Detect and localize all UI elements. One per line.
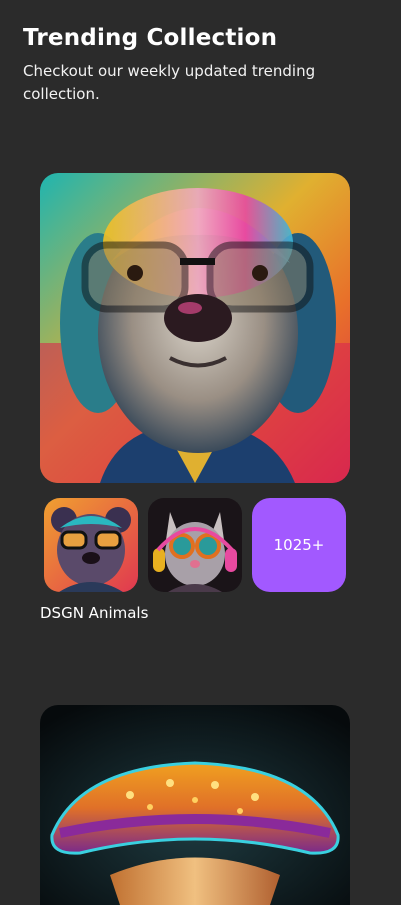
section-subtitle: Checkout our weekly updated trending col… [23, 62, 316, 103]
more-items-button[interactable]: 1025+ [252, 498, 346, 592]
mushroom-image [40, 705, 350, 905]
collection-main-image[interactable] [40, 173, 350, 483]
collection-thumbnails: 1025+ [40, 498, 350, 592]
section-header: Trending Collection Checkout our weekly … [23, 22, 343, 106]
collection-card[interactable]: 1025+ DSGN Animals [40, 173, 350, 622]
collection-thumbnail[interactable] [148, 498, 242, 592]
cat-with-goggles-image [148, 498, 242, 592]
collection-thumbnail[interactable] [44, 498, 138, 592]
dog-with-glasses-image [40, 173, 350, 483]
bear-with-glasses-image [44, 498, 138, 592]
collection-card[interactable] [40, 705, 350, 905]
section-title: Trending Collection [23, 25, 278, 51]
collection-main-image[interactable] [40, 705, 350, 905]
collection-name[interactable]: DSGN Animals [40, 604, 350, 622]
